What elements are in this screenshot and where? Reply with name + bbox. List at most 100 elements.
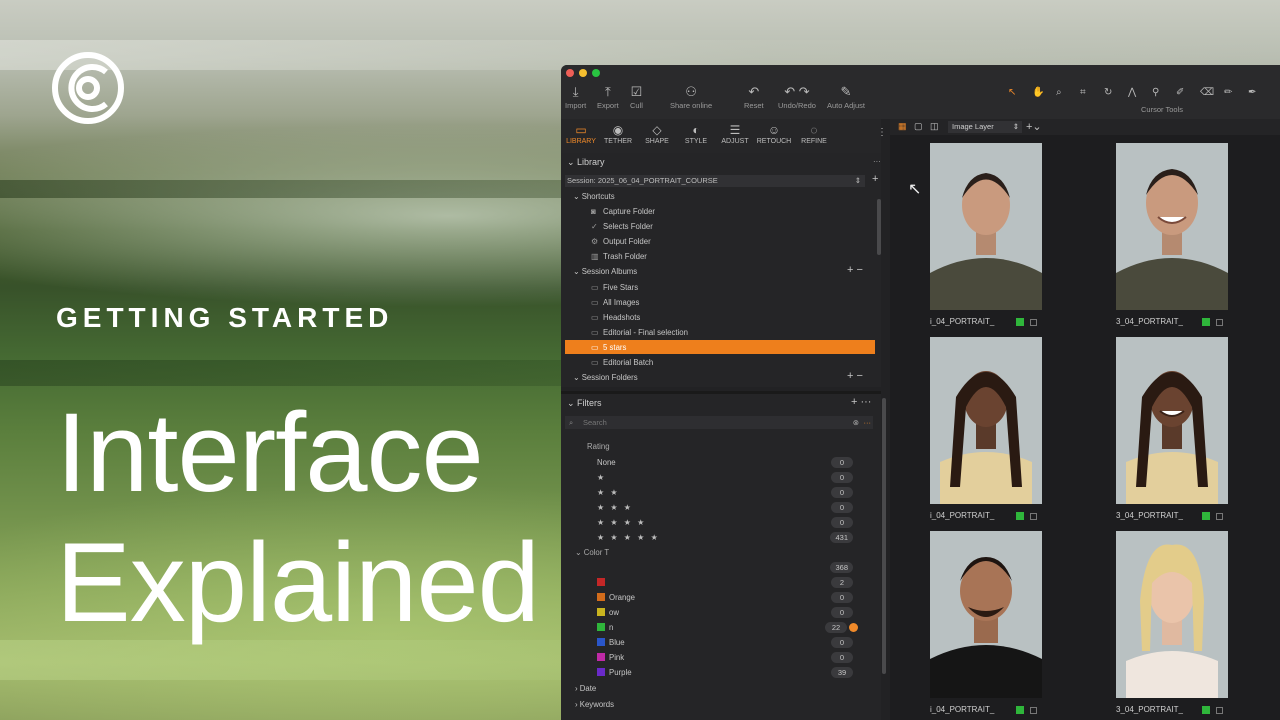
variant-icon <box>1030 319 1037 326</box>
minimize-window-button[interactable] <box>579 69 587 77</box>
color-purple[interactable]: Purple <box>597 668 632 677</box>
album-editorial-batch[interactable]: ▭ Editorial Batch <box>591 358 653 367</box>
camera-icon: ◉ <box>612 123 624 137</box>
eraser-icon[interactable]: ⌫ <box>1200 87 1214 98</box>
close-window-button[interactable] <box>566 69 574 77</box>
rotate-icon[interactable]: ↻ <box>1104 87 1112 98</box>
reset-button[interactable]: ↶ Reset <box>744 83 764 110</box>
shortcut-output-folder[interactable]: ⚙ Output Folder <box>591 237 651 246</box>
session-folders-header[interactable]: ⌄ Session Folders <box>573 373 638 382</box>
album-5-stars[interactable]: ▭ 5 stars <box>591 343 626 352</box>
shortcut-trash-folder[interactable]: ▥ Trash Folder <box>591 252 647 261</box>
rating-title: Rating <box>587 442 610 451</box>
color-count: 22 <box>825 622 847 633</box>
select-cursor-icon[interactable]: ↖ <box>1008 87 1016 98</box>
pan-icon[interactable]: ✋ <box>1032 87 1044 98</box>
tab-refine[interactable]: ◌ REFINE <box>794 122 834 145</box>
orange-swatch-icon <box>597 593 605 601</box>
album-label: Editorial Batch <box>603 358 654 367</box>
layer-select[interactable]: Image Layer ⇕ <box>948 121 1022 133</box>
import-button[interactable]: ⤓ Import <box>565 83 586 110</box>
chevron-down-icon: ⌄ <box>573 192 582 201</box>
tab-tether[interactable]: ◉ TETHER <box>598 122 638 145</box>
add-folder-button[interactable]: + − <box>847 370 863 382</box>
more-options-icon[interactable]: ⋮ <box>877 127 887 138</box>
rating-5-star[interactable]: ★ ★ ★ ★ ★ <box>597 533 660 542</box>
export-button[interactable]: ⤒ Export <box>597 83 619 110</box>
tab-adjust[interactable]: ☰ ADJUST <box>715 122 755 145</box>
rating-3-star[interactable]: ★ ★ ★ <box>597 503 633 512</box>
thumbnail-1[interactable] <box>930 143 1042 310</box>
library-header[interactable]: ⌄ Library <box>567 157 605 168</box>
filters-header[interactable]: ⌄ Filters <box>567 398 602 409</box>
cull-button[interactable]: ☑ Cull <box>630 83 643 110</box>
shortcut-selects-folder[interactable]: ✓ Selects Folder <box>591 222 653 231</box>
session-select[interactable]: Session: 2025_06_04_PORTRAIT_COURSE ⇕ <box>565 175 865 187</box>
album-icon: ▭ <box>591 283 599 292</box>
portrait-image <box>930 143 1042 310</box>
share-online-button[interactable]: ⚇ Share online <box>670 83 712 110</box>
rating-4-star[interactable]: ★ ★ ★ ★ <box>597 518 646 527</box>
auto-adjust-button[interactable]: ✎ Auto Adjust <box>827 83 865 110</box>
shortcut-label: Capture Folder <box>603 207 656 216</box>
session-albums-header[interactable]: ⌄ Session Albums <box>573 267 637 276</box>
keystone-icon[interactable]: ⋀ <box>1128 87 1136 98</box>
filters-add-button[interactable]: + ··· <box>851 396 871 408</box>
tab-shape[interactable]: ◇ SHAPE <box>637 122 677 145</box>
thumbnail-6[interactable] <box>1116 531 1228 698</box>
blue-swatch-icon <box>597 638 605 646</box>
album-headshots[interactable]: ▭ Headshots <box>591 313 640 322</box>
picker-icon[interactable]: ⚲ <box>1152 87 1159 98</box>
search-options-icon[interactable]: ··· <box>864 416 872 429</box>
rating-1-star[interactable]: ★ <box>597 473 606 482</box>
rating-none[interactable]: None <box>597 458 616 467</box>
refine-icon: ◌ <box>810 123 818 137</box>
tab-retouch[interactable]: ☺ RETOUCH <box>754 122 794 145</box>
thumbnail-5[interactable] <box>930 531 1042 698</box>
color-pink[interactable]: Pink <box>597 653 624 662</box>
color-green[interactable]: n <box>597 623 613 632</box>
green-tag-icon <box>1016 512 1024 520</box>
single-view-icon[interactable]: ▢ <box>914 121 923 132</box>
kicker-text: GETTING STARTED <box>56 302 394 333</box>
color-yellow[interactable]: ow <box>597 608 619 617</box>
date-filter-header[interactable]: › Date <box>575 684 596 693</box>
loupe-icon[interactable]: ⌕ <box>1056 87 1062 98</box>
album-icon: ▭ <box>591 298 599 307</box>
shortcut-capture-folder[interactable]: ◙ Capture Folder <box>591 207 655 216</box>
keywords-filter-header[interactable]: › Keywords <box>575 700 614 709</box>
green-tag-icon <box>1202 706 1210 714</box>
compare-view-icon[interactable]: ◫ <box>930 121 939 132</box>
brush-icon[interactable]: ✐ <box>1176 87 1184 98</box>
add-album-button[interactable]: + − <box>847 264 863 276</box>
add-session-button[interactable]: + <box>872 173 878 185</box>
library-menu-icon[interactable]: ··· <box>873 157 881 166</box>
grid-view-icon[interactable]: ▦ <box>898 121 907 132</box>
color-orange[interactable]: Orange <box>597 593 635 602</box>
album-all-images[interactable]: ▭ All Images <box>591 298 639 307</box>
undo-redo-button[interactable]: ↶ ↷ Undo/Redo <box>778 83 816 110</box>
thumbnail-4[interactable] <box>1116 337 1228 504</box>
tab-label: STYLE <box>684 138 708 145</box>
tab-style[interactable]: ◐ STYLE <box>676 122 716 145</box>
annotate-icon[interactable]: ✏ <box>1224 87 1232 98</box>
clear-icon[interactable]: ⊗ <box>853 416 859 429</box>
crop-icon[interactable]: ⌗ <box>1080 87 1086 98</box>
filters-scrollbar[interactable] <box>882 398 886 674</box>
add-layer-button[interactable]: +⌄ <box>1026 120 1042 133</box>
zoom-window-button[interactable] <box>592 69 600 77</box>
tab-library[interactable]: ▭ LIBRARY <box>561 122 601 145</box>
heal-icon[interactable]: ✒ <box>1248 87 1256 98</box>
color-tag-header[interactable]: ⌄ Color T <box>575 548 609 557</box>
thumbnail-2[interactable] <box>1116 143 1228 310</box>
headline-line-2: Explained <box>56 520 540 645</box>
thumbnail-3[interactable] <box>930 337 1042 504</box>
album-editorial-final[interactable]: ▭ Editorial - Final selection <box>591 328 688 337</box>
color-red[interactable] <box>597 578 609 587</box>
library-scrollbar[interactable] <box>877 199 881 255</box>
color-blue[interactable]: Blue <box>597 638 625 647</box>
shortcuts-header[interactable]: ⌄ Shortcuts <box>573 192 615 201</box>
filters-search-input[interactable]: ⌕ Search ⊗ ··· <box>565 416 873 429</box>
album-five-stars[interactable]: ▭ Five Stars <box>591 283 638 292</box>
rating-2-star[interactable]: ★ ★ <box>597 488 620 497</box>
